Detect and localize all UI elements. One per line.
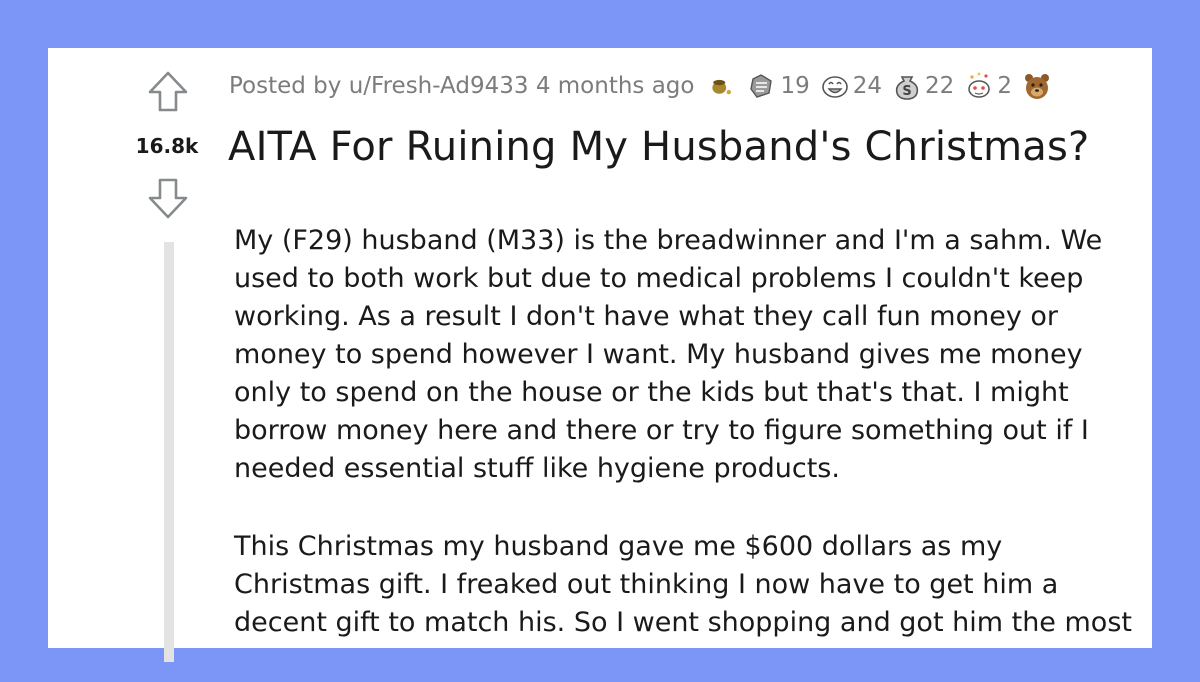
posted-by-text[interactable]: Posted by u/Fresh-Ad9433 4 months ago (229, 73, 694, 99)
award-count: 22 (925, 73, 955, 99)
post-meta: Posted by u/Fresh-Ad9433 4 months ago 19… (229, 68, 1065, 104)
post-title[interactable]: AITA For Ruining My Husband's Christmas? (228, 124, 1089, 170)
award-count: 19 (780, 73, 810, 99)
award-count: 24 (852, 73, 883, 99)
pot-award-icon (712, 79, 732, 95)
bear-award-icon (1024, 74, 1049, 99)
post-paragraph: My (F29) husband (M33) is the breadwinne… (234, 225, 1103, 484)
snoo-party-award-icon (968, 72, 991, 98)
award-coin-bag[interactable]: S 22 (892, 71, 954, 101)
downvote-arrow-icon[interactable] (146, 176, 190, 220)
upvote-arrow-icon[interactable] (146, 70, 190, 114)
post-paragraph: This Christmas my husband gave me $600 d… (234, 531, 1132, 638)
award-pot[interactable] (708, 73, 737, 99)
laughing-face-award-icon (821, 76, 848, 98)
thread-line (164, 242, 174, 662)
award-bear[interactable] (1022, 71, 1055, 101)
vote-column: 16.8k (48, 48, 226, 662)
post-card: 16.8k Posted by u/Fresh-Ad9433 4 months … (48, 48, 1152, 662)
award-count: 2 (997, 73, 1012, 99)
vote-score: 16.8k (135, 134, 199, 158)
award-snoo-party[interactable]: 2 (964, 71, 1012, 101)
award-helpful[interactable]: 19 (747, 71, 810, 101)
svg-text:S: S (902, 84, 911, 99)
coin-bag-award-icon: S (895, 76, 919, 100)
award-laughing[interactable]: 24 (820, 71, 882, 101)
helpful-award-icon (750, 74, 773, 98)
post-body: My (F29) husband (M33) is the breadwinne… (234, 222, 1134, 682)
